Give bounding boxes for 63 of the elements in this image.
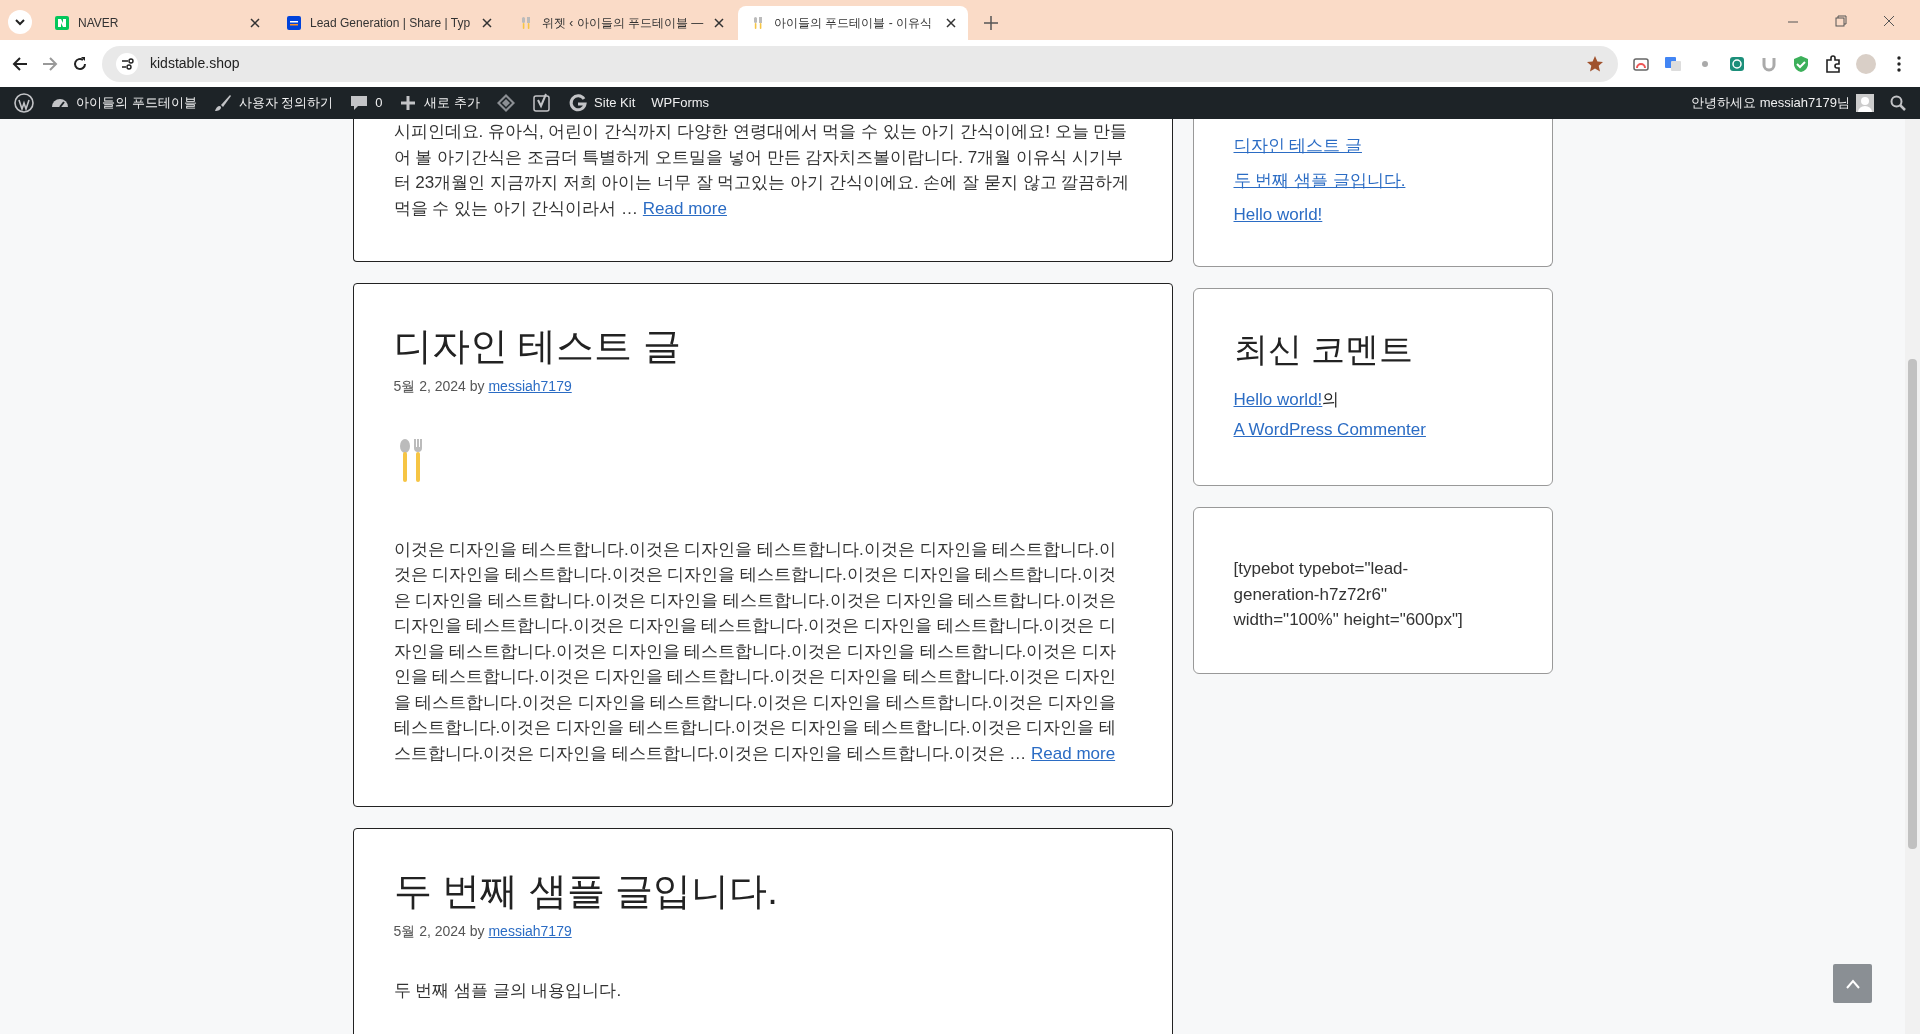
- brush-icon: [212, 93, 233, 113]
- post-link[interactable]: 디자인 테스트 글: [1233, 133, 1512, 159]
- author-link[interactable]: messiah7179: [488, 377, 572, 394]
- post-excerpt: 이것은 디자인을 테스트합니다.이것은 디자인을 테스트합니다.이것은 디자인을 테스트합니다.이것은 디자인을 테스트합니다.이것은 디자인을 테스트합니다.이것은 디자인을 테스트합니다.이것은 디자인을 테스트합니다.이것은 디자인을 테스트합니다.이것은 디자인을 테스트합니다.이것은 디자인을 테스트합니다.이것은 디자인을 테스트합니다.이것은 디자인을 테스트합니다.이것은 디자인을 테스트합니다.이것은 디자인을 테스트합니다.이것은 디자인을 테스트합니다.이것은 디자인을 테스트합니다.이것은 디자인을 테스트합니다.이것은 디자인을 테스트합니다.이것은 디자인을 테스트합니다.이것은 디자인을 테스트합니다.이것은 디자인을 테스트합니다.이것은 디자인을 테스트합니다.이것은 디자인을 테스트합니다.이것은 디자인을 테스트합니다.이것은 디자인을 테스트합니다.이것은 디자인을 테스트합니다.이것은 디자인을 테스트합니다.이것은 … Read more: [393, 538, 1117, 765]
- forward-icon[interactable]: [42, 55, 58, 72]
- admin-bar-item[interactable]: Site Kit: [560, 87, 644, 119]
- close-icon[interactable]: [714, 18, 724, 28]
- author-link[interactable]: messiah7179: [488, 922, 572, 939]
- admin-bar-item[interactable]: WPForms: [643, 87, 718, 119]
- tab-list-button[interactable]: [8, 7, 32, 37]
- avatar-icon: [1856, 94, 1874, 112]
- close-icon[interactable]: [1882, 14, 1896, 28]
- favicon-icon: [286, 15, 302, 31]
- post-meta: 5월 2, 2024 by messiah7179: [393, 921, 573, 941]
- extension-icon[interactable]: [1728, 54, 1746, 73]
- scrollbar-thumb[interactable]: [1908, 359, 1917, 849]
- scroll-top-button[interactable]: [1833, 964, 1872, 1003]
- yoast-icon: [532, 93, 553, 113]
- widget-title: 최신 코멘트: [1233, 328, 1414, 370]
- diamond-icon: [496, 93, 517, 113]
- scrollbar[interactable]: [1905, 119, 1920, 1034]
- comment-text: 의: [1322, 390, 1340, 410]
- shield-icon[interactable]: [1792, 54, 1810, 73]
- browser-tab[interactable]: NAVER: [42, 6, 272, 40]
- browser-tab[interactable]: Lead Generation | Share | Typ: [274, 6, 504, 40]
- site-settings-icon: [116, 52, 138, 75]
- read-more-link[interactable]: Read more: [642, 198, 727, 218]
- admin-bar-item[interactable]: 새로 추가: [390, 87, 489, 119]
- browser-tab[interactable]: 위젯 ‹ 아이들의 푸드테이블 —: [506, 6, 736, 40]
- restore-icon[interactable]: [1834, 14, 1848, 28]
- back-icon[interactable]: [12, 55, 28, 72]
- close-icon[interactable]: [250, 18, 260, 28]
- post-meta: 5월 2, 2024 by messiah7179: [393, 376, 573, 396]
- post-link[interactable]: Hello world!: [1233, 390, 1323, 410]
- post-content: 두 번째 샘플 글의 내용입니다.: [393, 979, 623, 1002]
- read-more-link[interactable]: Read more: [1031, 743, 1116, 763]
- star-icon[interactable]: [1586, 54, 1604, 73]
- wordpress-logo-icon: [14, 93, 34, 113]
- admin-bar-item[interactable]: 사용자 정의하기: [204, 87, 342, 119]
- g-logo-icon: [568, 93, 589, 113]
- address-bar[interactable]: kidstable.shop: [102, 45, 1618, 82]
- post-link[interactable]: 두 번째 샘플 글입니다.: [1233, 167, 1512, 193]
- shortcode-text: [typebot typebot="lead-generation-h7z72r6" width="100%" height="600px"]: [1233, 558, 1464, 632]
- comment-icon: [349, 93, 370, 113]
- admin-bar-item[interactable]: 아이들의 푸드테이블: [42, 87, 205, 119]
- admin-bar-item[interactable]: 0: [341, 87, 391, 119]
- close-icon[interactable]: [946, 18, 956, 28]
- close-icon[interactable]: [482, 18, 492, 28]
- favicon-icon: [54, 15, 70, 31]
- browser-tab[interactable]: 아이들의 푸드테이블 - 이유식: [738, 6, 968, 40]
- post-excerpt: 시피인데요. 유아식, 어린이 간식까지 다양한 연령대에서 먹을 수 있는 아기 간식이에요! 오늘 만들어 볼 아기간식은 조금더 특별하게 오트밀을 넣어 만든 감자치즈볼이랍니다. 7개월 이유식 시기부터 23개월인 지금까지 저희 아이는 너무 잘 먹고있는 아기 간식이에요. 손에 잘 묻지 않고 깔끔하게 먹을 수 있는 아기 간식이라서 … Read more: [393, 121, 1131, 220]
- post-link[interactable]: Hello world!: [1233, 202, 1512, 228]
- commenter-link[interactable]: A WordPress Commenter: [1233, 420, 1426, 440]
- post-title[interactable]: 두 번째 샘플 글입니다.: [393, 869, 1132, 915]
- translate-icon[interactable]: [1664, 54, 1682, 73]
- search-icon: [1890, 95, 1906, 111]
- chevron-up-icon: [1845, 978, 1860, 989]
- url-text: kidstable.shop: [150, 54, 240, 73]
- post-title[interactable]: 디자인 테스트 글: [393, 324, 1132, 370]
- reload-icon[interactable]: [72, 55, 88, 72]
- extensions-icon[interactable]: [1824, 54, 1842, 73]
- account-menu[interactable]: 안녕하세요 messiah7179님: [1683, 87, 1882, 119]
- new-tab-icon[interactable]: [984, 16, 998, 30]
